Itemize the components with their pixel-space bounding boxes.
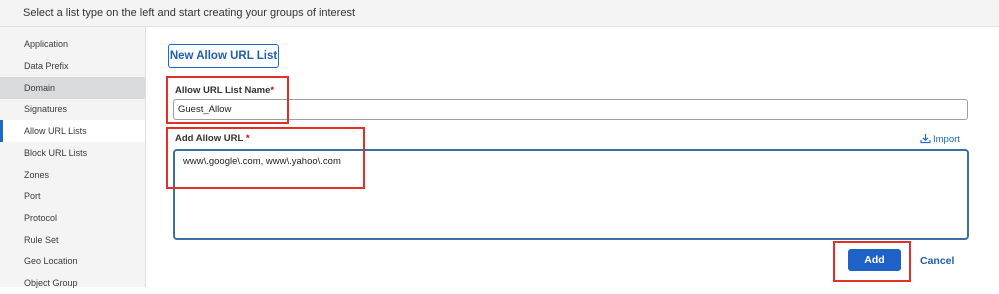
import-link[interactable]: Import [920,133,960,145]
sidebar-item-signatures[interactable]: Signatures [0,98,145,120]
cancel-button[interactable]: Cancel [920,255,954,267]
sidebar-item-label: Zones [24,170,50,180]
sidebar-item-label: Application [24,39,69,49]
sidebar-item-rule-set[interactable]: Rule Set [0,229,145,251]
new-allow-url-list-button[interactable]: New Allow URL List [168,44,279,68]
sidebar-item-application[interactable]: Application [0,33,145,55]
sidebar-item-label: Allow URL Lists [24,126,87,136]
sidebar-item-label: Data Prefix [24,61,69,71]
sidebar-item-domain[interactable]: Domain [0,77,145,99]
sidebar-item-port[interactable]: Port [0,185,145,207]
sidebar-item-label: Geo Location [24,256,78,266]
sidebar-item-allow-url-lists[interactable]: Allow URL Lists [0,120,145,142]
top-instruction-bar: Select a list type on the left and start… [0,0,999,27]
sidebar-item-label: Domain [24,83,56,93]
instruction-text: Select a list type on the left and start… [23,7,356,19]
sidebar-item-label: Protocol [24,213,58,223]
import-icon [920,134,931,144]
sidebar-item-block-url-lists[interactable]: Block URL Lists [0,142,145,164]
list-type-sidebar: Application Data Prefix Domain Signature… [0,27,146,288]
list-name-input[interactable] [173,99,968,120]
annotation-box-add [833,241,911,282]
annotation-box-allow-url [166,127,365,189]
sidebar-item-label: Rule Set [24,235,59,245]
annotation-box-list-name [166,76,289,124]
sidebar-item-label: Signatures [24,104,68,114]
sidebar-item-data-prefix[interactable]: Data Prefix [0,55,145,77]
sidebar-item-label: Block URL Lists [24,148,88,158]
sidebar-item-zones[interactable]: Zones [0,164,145,186]
sidebar-item-protocol[interactable]: Protocol [0,207,145,229]
sidebar-item-label: Port [24,191,41,201]
import-label: Import [933,134,960,145]
sidebar-item-geo-location[interactable]: Geo Location [0,250,145,272]
sidebar-item-object-group[interactable]: Object Group [0,272,145,294]
